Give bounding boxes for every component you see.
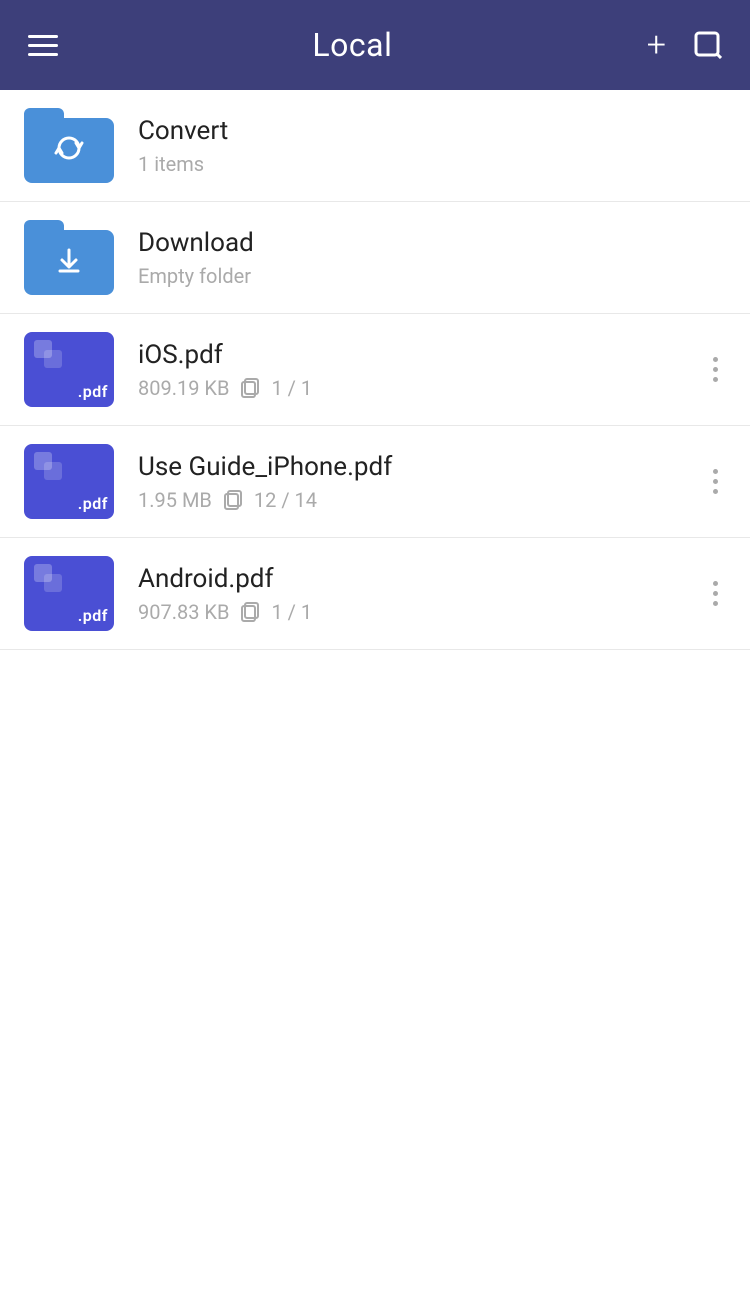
pages-icon	[239, 377, 261, 399]
item-pages: 1 / 1	[271, 600, 312, 624]
item-info: Use Guide_iPhone.pdf 1.95 MB 12 / 14	[138, 452, 697, 512]
pdf-icon: .pdf	[24, 444, 114, 519]
folder-icon	[24, 108, 114, 183]
header-actions: +	[647, 28, 722, 62]
list-item[interactable]: .pdf Android.pdf 907.83 KB 1 / 1	[0, 538, 750, 650]
item-size: 1.95 MB	[138, 488, 212, 512]
item-name: Android.pdf	[138, 564, 697, 594]
menu-button[interactable]	[28, 35, 58, 56]
item-size: 907.83 KB	[138, 600, 229, 624]
item-pages: 1 / 1	[271, 376, 312, 400]
item-meta: Empty folder	[138, 264, 726, 288]
download-icon	[55, 247, 83, 281]
item-meta: 1.95 MB 12 / 14	[138, 488, 697, 512]
pages-icon	[222, 489, 244, 511]
convert-icon	[54, 133, 84, 169]
more-button[interactable]	[705, 349, 726, 390]
list-item[interactable]: .pdf Use Guide_iPhone.pdf 1.95 MB 12 / 1…	[0, 426, 750, 538]
list-item[interactable]: .pdf iOS.pdf 809.19 KB 1 / 1	[0, 314, 750, 426]
pages-icon	[239, 601, 261, 623]
item-info: Download Empty folder	[138, 228, 726, 288]
item-status: Empty folder	[138, 264, 251, 288]
item-name: iOS.pdf	[138, 340, 697, 370]
item-name: Convert	[138, 116, 726, 146]
item-info: iOS.pdf 809.19 KB 1 / 1	[138, 340, 697, 400]
pdf-icon: .pdf	[24, 556, 114, 631]
pdf-icon: .pdf	[24, 332, 114, 407]
list-item[interactable]: Download Empty folder	[0, 202, 750, 314]
item-info: Convert 1 items	[138, 116, 726, 176]
edit-button[interactable]	[694, 31, 722, 59]
item-meta: 809.19 KB 1 / 1	[138, 376, 697, 400]
more-button[interactable]	[705, 461, 726, 502]
list-item[interactable]: Convert 1 items	[0, 90, 750, 202]
item-meta: 907.83 KB 1 / 1	[138, 600, 697, 624]
item-count: 1 items	[138, 152, 204, 176]
page-title: Local	[312, 26, 392, 64]
folder-icon	[24, 220, 114, 295]
item-name: Use Guide_iPhone.pdf	[138, 452, 697, 482]
file-list: Convert 1 items Download Em	[0, 90, 750, 650]
add-button[interactable]: +	[647, 28, 666, 62]
more-button[interactable]	[705, 573, 726, 614]
item-name: Download	[138, 228, 726, 258]
pdf-label: .pdf	[78, 606, 108, 625]
item-info: Android.pdf 907.83 KB 1 / 1	[138, 564, 697, 624]
item-meta: 1 items	[138, 152, 726, 176]
item-pages: 12 / 14	[254, 488, 317, 512]
item-size: 809.19 KB	[138, 376, 229, 400]
pdf-label: .pdf	[78, 494, 108, 513]
app-header: Local +	[0, 0, 750, 90]
pdf-label: .pdf	[78, 382, 108, 401]
